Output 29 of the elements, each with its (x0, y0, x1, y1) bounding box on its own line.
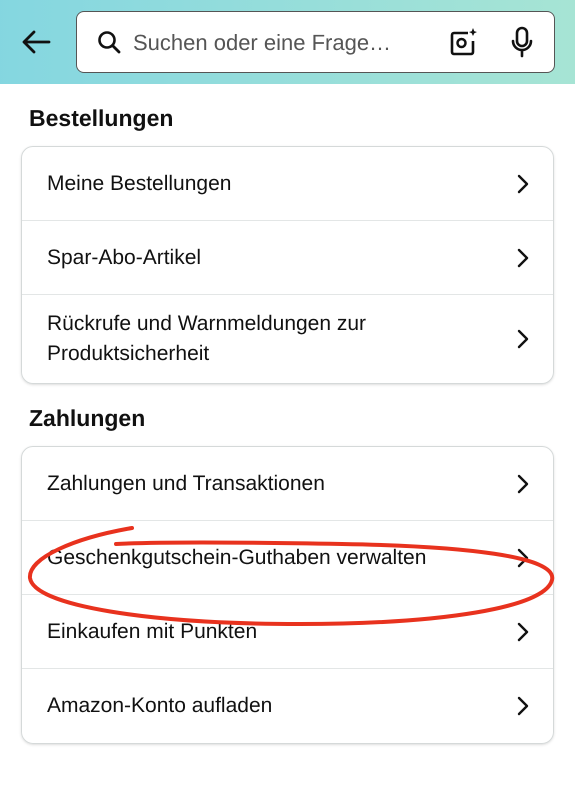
chevron-right-icon (517, 474, 529, 494)
menu-item-label: Einkaufen mit Punkten (47, 618, 258, 644)
menu-item-label: Zahlungen und Transaktionen (47, 470, 325, 496)
back-arrow-icon (21, 30, 51, 54)
chevron-right-icon (517, 174, 529, 194)
menu-item[interactable]: Amazon-Konto aufladen (22, 669, 553, 743)
menu-item[interactable]: Meine Bestellungen (22, 147, 553, 221)
menu-item[interactable]: Zahlungen und Transaktionen (22, 447, 553, 521)
chevron-right-icon (517, 622, 529, 642)
section-heading: Bestellungen (28, 104, 174, 133)
menu-item[interactable]: Spar-Abo-Artikel (22, 221, 553, 295)
chevron-right-icon (517, 248, 529, 268)
section-heading: Zahlungen (28, 404, 146, 433)
menu-item-label: Amazon-Konto aufladen (47, 693, 272, 719)
chevron-right-icon (517, 548, 529, 568)
menu-item[interactable]: Geschenkgutschein-Guthaben verwalten (22, 521, 553, 595)
microphone-icon[interactable] (510, 26, 534, 58)
chevron-right-icon (517, 329, 529, 349)
menu-item-label: Geschenkgutschein-Guthaben verwalten (47, 544, 426, 570)
camera-icon[interactable] (448, 27, 478, 57)
search-field[interactable]: Suchen oder eine Frage… (76, 11, 555, 73)
search-icon (97, 30, 121, 54)
search-input[interactable]: Suchen oder eine Frage… (133, 26, 436, 58)
menu-item-label: Spar-Abo-Artikel (47, 244, 202, 270)
menu-item-label: Rückrufe und Warnmeldungen zur Produktsicherheit (47, 311, 368, 367)
menu-item-label: Meine Bestellungen (47, 170, 232, 196)
chevron-right-icon (517, 696, 529, 716)
menu-item[interactable]: Rückrufe und Warnmeldungen zur Produktsicherheit (22, 295, 553, 383)
menu-item[interactable]: Einkaufen mit Punkten (22, 595, 553, 669)
